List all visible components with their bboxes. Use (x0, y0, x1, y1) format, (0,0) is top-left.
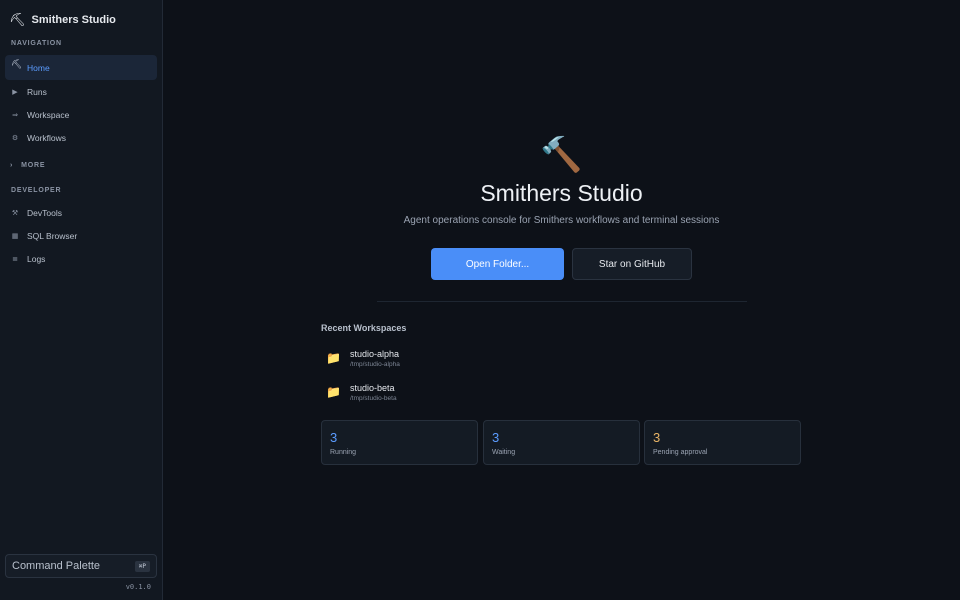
workspace-name: studio-alpha (349, 348, 399, 359)
sidebar-item-label: Logs (27, 253, 46, 264)
workspace-text: studio-beta /tmp/studio-beta (350, 382, 397, 403)
page-subtitle: Agent operations console for Smithers wo… (403, 215, 720, 226)
sidebar-item-label: DevTools (27, 207, 62, 218)
stat-value: 3 (492, 430, 500, 445)
stat-label: Waiting (492, 449, 516, 456)
workspace-item-studio-alpha[interactable]: 📁 studio-alpha /tmp/studio-alpha (326, 344, 526, 372)
sidebar-item-devtools[interactable]: ⚒ DevTools (5, 200, 157, 225)
stat-value: 3 (653, 430, 661, 445)
navigation-heading: NAVIGATION (11, 40, 62, 47)
page-title: Smithers Studio (480, 180, 643, 206)
brand[interactable]: ⛏ Smithers Studio (9, 12, 116, 28)
arrow-icon: ⇒ (12, 111, 18, 119)
stat-card-pending-approval[interactable]: 3 Pending approval (644, 420, 801, 465)
workspace-path: /tmp/studio-alpha (349, 360, 400, 368)
sidebar-item-label: Home (27, 62, 50, 73)
developer-heading: DEVELOPER (11, 187, 62, 194)
star-on-github-button[interactable]: Star on GitHub (572, 248, 692, 280)
version-label: v0.1.0 (125, 583, 151, 591)
workspace-item-studio-beta[interactable]: 📁 studio-beta /tmp/studio-beta (326, 378, 526, 406)
sidebar-item-logs[interactable]: ≣ Logs (5, 246, 157, 271)
app-title: Smithers Studio (31, 14, 116, 26)
sidebar-item-runs[interactable]: ▶ Runs (5, 79, 157, 104)
grid-icon: ▦ (11, 232, 19, 240)
workspace-path: /tmp/studio-beta (349, 394, 397, 402)
stat-value: 3 (330, 430, 338, 445)
pick-icon: ⛏ (11, 59, 23, 69)
sidebar: ⛏ Smithers Studio NAVIGATION ⛏ Home ▶ Ru… (0, 0, 163, 600)
stat-label: Pending approval (653, 449, 708, 456)
chevron-right-icon: › (10, 162, 14, 169)
gear-icon: ⚙ (11, 134, 19, 142)
command-palette-button[interactable]: Command Palette ⌘P (5, 554, 157, 578)
more-label: MORE (21, 162, 46, 169)
command-palette-label: Command Palette (12, 560, 101, 572)
sidebar-item-workspace[interactable]: ⇒ Workspace (5, 102, 157, 127)
shortcut-badge: ⌘P (134, 560, 150, 572)
main-content: 🔨 Smithers Studio Agent operations conso… (163, 0, 960, 600)
sidebar-item-label: Runs (27, 86, 47, 97)
hammer-icon: 🔨 (540, 136, 583, 174)
sidebar-item-label: Workspace (27, 109, 70, 120)
open-folder-button[interactable]: Open Folder... (431, 248, 564, 280)
list-icon: ≣ (12, 255, 18, 263)
stat-card-running[interactable]: 3 Running (321, 420, 478, 465)
more-toggle[interactable]: › MORE (10, 162, 45, 169)
sidebar-item-label: Workflows (27, 132, 67, 143)
folder-icon: 📁 (326, 351, 341, 365)
workspace-name: studio-beta (349, 382, 395, 393)
sidebar-item-label: SQL Browser (27, 230, 78, 241)
stat-label: Running (330, 449, 357, 456)
pick-icon: ⛏ (9, 12, 26, 27)
stat-card-waiting[interactable]: 3 Waiting (483, 420, 640, 465)
divider (377, 301, 747, 302)
tools-icon: ⚒ (11, 209, 19, 217)
sidebar-item-workflows[interactable]: ⚙ Workflows (5, 125, 157, 150)
workspace-text: studio-alpha /tmp/studio-alpha (350, 348, 400, 369)
recent-workspaces-heading: Recent Workspaces (321, 323, 407, 333)
sidebar-item-home[interactable]: ⛏ Home (5, 55, 157, 80)
sidebar-item-sql-browser[interactable]: ▦ SQL Browser (5, 223, 157, 248)
folder-icon: 📁 (326, 385, 341, 399)
play-icon: ▶ (12, 88, 18, 96)
